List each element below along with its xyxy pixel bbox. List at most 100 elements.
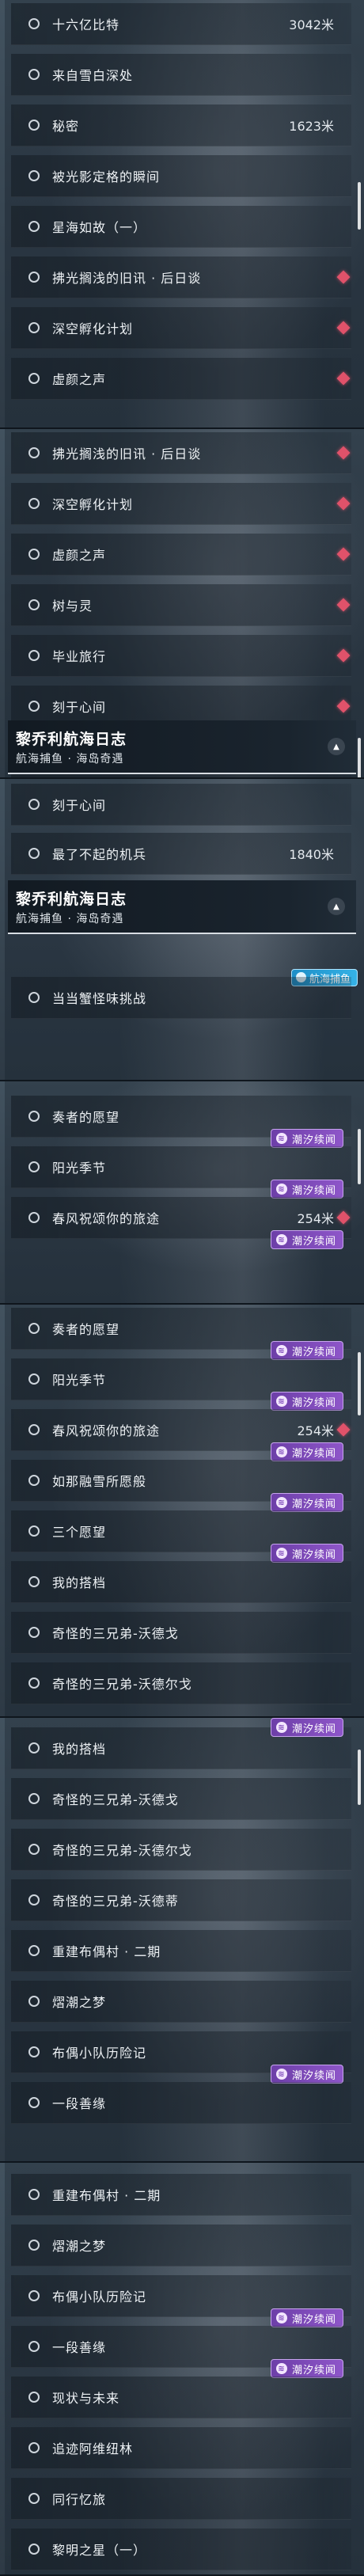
event-category-header[interactable]: 黎乔利航海日志 航海捕鱼 · 海岛奇遇 ▲ <box>8 720 356 774</box>
quest-row[interactable]: 同行忆旅 <box>11 2478 351 2520</box>
quest-row[interactable]: 深空孵化计划 <box>11 307 351 349</box>
quest-title: 重建布偶村 · 二期 <box>52 2188 161 2203</box>
wave-icon: ≋ <box>275 1396 287 1407</box>
quest-row[interactable]: 奇怪的三兄弟-沃德尔戈 <box>11 1829 351 1871</box>
red-diamond-marker-icon <box>336 1210 351 1225</box>
quest-row[interactable]: 阳光季节 ≋ 潮汐续闻 <box>11 1146 351 1199</box>
quest-row[interactable]: 春风祝颂你的旅途 254米 ≋ 潮汐续闻 <box>11 1409 351 1461</box>
quest-title: 我的搭档 <box>52 1575 107 1590</box>
event-badge: ≋ 潮汐续闻 <box>270 2359 343 2378</box>
scrollbar-thumb[interactable] <box>358 182 361 230</box>
quest-row[interactable]: 熠潮之梦 <box>11 1981 351 2023</box>
quest-row[interactable]: 我的搭档 ≋ 潮汐续闻 <box>11 1718 351 1769</box>
quest-row[interactable]: 奏者的愿望 ≋ 潮汐续闻 <box>11 1308 351 1360</box>
quest-row[interactable]: 一段善缘 <box>11 2082 351 2124</box>
scrollbar-thumb[interactable] <box>358 738 361 777</box>
quest-row[interactable]: 树与灵 <box>11 584 351 626</box>
quest-row[interactable]: 追迹阿维纽林 <box>11 2427 351 2469</box>
radio-circle-icon <box>28 1677 40 1689</box>
quest-title: 奇怪的三兄弟-沃德尔戈 <box>52 1677 192 1692</box>
quest-row[interactable]: 布偶小队历险记 ≋ 潮汐续闻 <box>11 2275 351 2327</box>
radio-circle-icon <box>28 2341 40 2352</box>
radio-circle-icon <box>28 322 40 333</box>
wave-icon: ≋ <box>275 2069 287 2080</box>
red-diamond-marker-icon <box>336 270 351 284</box>
quest-row[interactable]: 星海如故（一） <box>11 206 351 248</box>
quest-row[interactable]: 虚颜之声 <box>11 534 351 576</box>
quest-title: 我的搭档 <box>52 1742 107 1757</box>
quest-title: 奏者的愿望 <box>52 1110 120 1125</box>
capture-segment: 拂光搁浅的旧讯 · 后日谈深空孵化计划虚颜之声树与灵毕业旅行刻于心间最了不起的机… <box>0 429 364 779</box>
quest-row[interactable]: 来自雪白深处 <box>11 54 351 96</box>
event-badge-label: 潮汐续闻 <box>291 1498 336 1510</box>
quest-distance: 254米 <box>297 1211 334 1226</box>
radio-circle-icon <box>28 701 40 712</box>
quest-row[interactable]: 熠潮之梦 <box>11 2225 351 2266</box>
quest-row[interactable]: 刻于心间 <box>11 784 351 826</box>
quest-row[interactable]: 拂光搁浅的旧讯 · 后日谈 <box>11 256 351 298</box>
quest-title: 熠潮之梦 <box>52 1995 107 2010</box>
event-category-header[interactable]: 黎乔利航海日志 航海捕鱼 · 海岛奇遇 ▲ <box>8 880 356 934</box>
wave-icon: ≋ <box>275 1497 287 1508</box>
event-badge-label: 潮汐续闻 <box>291 1396 336 1409</box>
left-rail <box>0 1718 5 2161</box>
quest-row[interactable]: 虚颜之声 <box>11 358 351 400</box>
quest-row[interactable]: 黎明之星（一） <box>11 2529 351 2570</box>
quest-row[interactable]: 奇怪的三兄弟-沃德戈 <box>11 1612 351 1654</box>
quest-title: 重建布偶村 · 二期 <box>52 1944 161 1959</box>
quest-row[interactable]: 春风祝颂你的旅途 254米 ≋ 潮汐续闻 <box>11 1197 351 1249</box>
quest-row[interactable]: 奇怪的三兄弟-沃德戈 <box>11 1778 351 1820</box>
quest-row[interactable]: 现状与未来 <box>11 2377 351 2418</box>
quest-row[interactable]: 我的搭档 <box>11 1561 351 1603</box>
quest-row[interactable]: 一段善缘 ≋ 潮汐续闻 <box>11 2326 351 2378</box>
quest-row[interactable]: 重建布偶村 · 二期 <box>11 1930 351 1972</box>
event-title: 黎乔利航海日志 <box>16 891 127 908</box>
quest-title: 追迹阿维纽林 <box>52 2441 134 2456</box>
quest-row[interactable]: 被光影定格的瞬间 <box>11 155 351 197</box>
quest-title: 现状与未来 <box>52 2391 120 2406</box>
wave-icon: ≋ <box>275 1548 287 1559</box>
quest-title: 秘密 <box>52 119 80 134</box>
red-diamond-marker-icon <box>336 598 351 612</box>
event-badge: ≋ 潮汐续闻 <box>270 1544 343 1563</box>
quest-row[interactable]: 如那融雪所愿般 ≋ 潮汐续闻 <box>11 1460 351 1512</box>
quest-distance: 3042米 <box>289 17 334 32</box>
quest-row[interactable]: 毕业旅行 <box>11 635 351 677</box>
event-badge: ≋ 潮汐续闻 <box>270 1493 343 1512</box>
quest-row[interactable]: 十六亿比特 3042米 <box>11 3 351 45</box>
quest-row[interactable]: 深空孵化计划 <box>11 483 351 525</box>
left-rail <box>0 429 5 777</box>
red-diamond-marker-icon <box>336 648 351 663</box>
quest-row[interactable]: 三个愿望 ≋ 潮汐续闻 <box>11 1510 351 1563</box>
quest-row[interactable]: 秘密 1623米 <box>11 104 351 146</box>
quest-title: 奇怪的三兄弟-沃德蒂 <box>52 1894 179 1909</box>
quest-row[interactable]: 奏者的愿望 ≋ 潮汐续闻 <box>11 1096 351 1148</box>
quest-title: 一段善缘 <box>52 2340 107 2355</box>
scrollbar-thumb[interactable] <box>358 1352 361 1415</box>
scrollbar-thumb[interactable] <box>358 1129 361 1184</box>
radio-circle-icon <box>28 1212 40 1223</box>
quest-title: 奇怪的三兄弟-沃德戈 <box>52 1792 179 1807</box>
event-badge: ≋ 潮汐续闻 <box>270 2065 343 2084</box>
quest-row[interactable]: 当当蟹怪味挑战 <box>11 977 351 1019</box>
quest-row[interactable]: 布偶小队历险记 ≋ 潮汐续闻 <box>11 2031 351 2084</box>
capture-segment: 奏者的愿望 ≋ 潮汐续闻 阳光季节 ≋ 潮汐续闻 春风祝颂你的旅途 254米 ≋ 潮汐续闻 如那融雪… <box>0 1305 364 1718</box>
quest-row[interactable]: 拂光搁浅的旧讯 · 后日谈 <box>11 432 351 474</box>
quest-row[interactable]: 重建布偶村 · 二期 <box>11 2174 351 2216</box>
quest-title: 深空孵化计划 <box>52 497 134 512</box>
scrollbar-thumb[interactable] <box>358 1750 361 1805</box>
red-diamond-marker-icon <box>336 321 351 335</box>
collapse-toggle-icon[interactable]: ▲ <box>328 738 345 755</box>
quest-title: 一段善缘 <box>52 2096 107 2111</box>
quest-row[interactable]: 阳光季节 ≋ 潮汐续闻 <box>11 1358 351 1411</box>
event-badge-label: 潮汐续闻 <box>291 1447 336 1460</box>
collapse-toggle-icon[interactable]: ▲ <box>328 898 345 915</box>
wave-icon: ≋ <box>275 1722 287 1733</box>
quest-row[interactable]: 奇怪的三兄弟-沃德蒂 <box>11 1879 351 1921</box>
quest-title: 如那融雪所愿般 <box>52 1474 147 1489</box>
quest-row[interactable]: 最了不起的机兵 1840米 <box>11 833 351 875</box>
event-subtitle: 航海捕鱼 · 海岛奇遇 <box>16 753 124 766</box>
capture-segment: 十六亿比特 3042米 来自雪白深处 秘密 1623米 被光影定格的瞬间 星海如故（一） 拂光… <box>0 0 364 429</box>
quest-title: 最了不起的机兵 <box>52 847 147 862</box>
quest-row[interactable]: 奇怪的三兄弟-沃德尔戈 <box>11 1662 351 1704</box>
